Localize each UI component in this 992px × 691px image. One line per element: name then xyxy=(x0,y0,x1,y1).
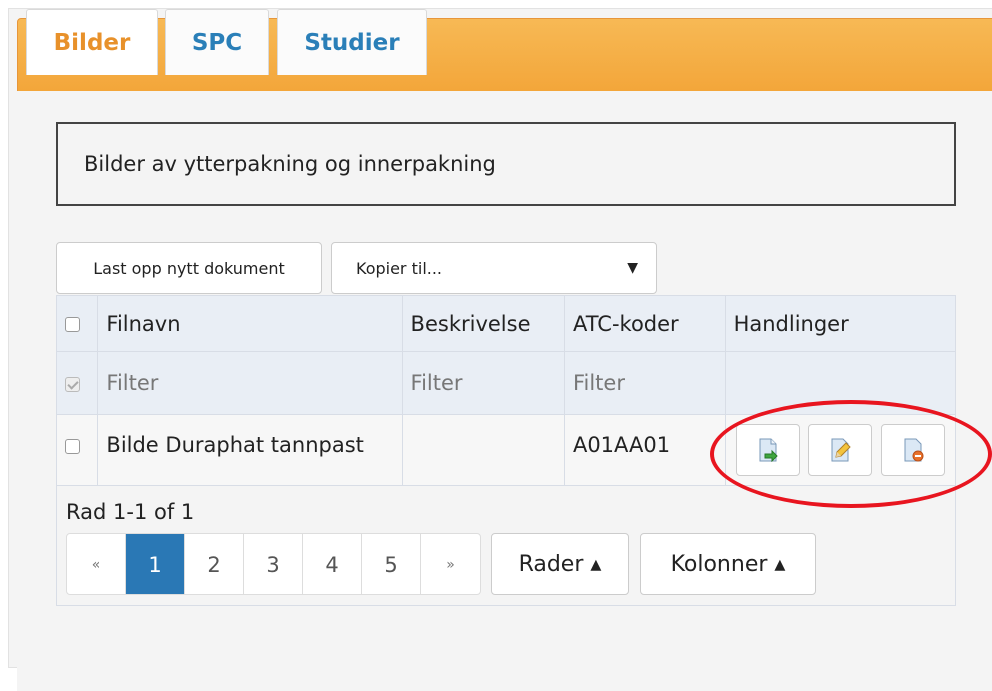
open-document-button[interactable] xyxy=(735,424,800,476)
double-chevron-left-icon: « xyxy=(91,557,101,573)
pagination: « 1 2 3 4 5 » xyxy=(66,533,481,595)
cell-atc-text: A01AA01 xyxy=(572,433,671,457)
filter-filnavn-placeholder: Filter xyxy=(106,371,159,395)
pagination-first[interactable]: « xyxy=(67,534,126,594)
cell-filnavn: Bilde Duraphat tannpast xyxy=(97,414,403,486)
double-chevron-right-icon: » xyxy=(446,557,455,573)
cell-beskrivelse xyxy=(401,414,565,486)
columns-button[interactable]: Kolonner ▴ xyxy=(640,533,816,595)
copy-to-label: Kopier til... xyxy=(356,258,443,278)
cell-actions xyxy=(724,414,957,486)
column-header-label: Filnavn xyxy=(106,311,181,336)
cell-filnavn-text: Bilde Duraphat tannpast xyxy=(106,433,364,457)
rows-per-page-label: Rader ▴ xyxy=(518,551,602,577)
section-heading-text: Bilder av ytterpakning og innerpakning xyxy=(84,152,496,176)
select-all-cell xyxy=(55,295,99,352)
pagination-page-2[interactable]: 2 xyxy=(185,534,244,594)
pagination-last[interactable]: » xyxy=(421,534,480,594)
column-header-label: ATC-koder xyxy=(572,311,679,336)
edit-document-button[interactable] xyxy=(808,424,873,476)
table-header-row: Filnavn Beskrivelse ATC-koder Handlinger xyxy=(55,295,957,352)
pagination-page-1[interactable]: 1 xyxy=(126,534,185,594)
filter-atc[interactable]: Filter xyxy=(563,351,726,415)
row-count-info: Rad 1-1 of 1 xyxy=(66,500,194,524)
export-document-icon xyxy=(759,438,778,462)
row-count-text: Rad 1-1 of 1 xyxy=(66,500,195,524)
column-header-beskrivelse[interactable]: Beskrivelse xyxy=(401,295,565,352)
tab-bilder-label: Bilder xyxy=(53,29,131,56)
row-checkbox[interactable] xyxy=(65,438,80,454)
columns-button-label: Kolonner ▴ xyxy=(670,551,786,577)
tab-bilder[interactable]: Bilder xyxy=(26,9,158,75)
pagination-page-4[interactable]: 4 xyxy=(303,534,362,594)
filter-filnavn[interactable]: Filter xyxy=(97,351,403,415)
column-header-handlinger: Handlinger xyxy=(724,295,957,352)
rows-per-page-button[interactable]: Rader ▴ xyxy=(491,533,629,595)
table-row: Bilde Duraphat tannpast A01AA01 xyxy=(55,414,957,486)
filter-beskrivelse-placeholder: Filter xyxy=(410,371,463,395)
filter-checkbox-cell xyxy=(55,351,99,415)
pagination-page-5[interactable]: 5 xyxy=(362,534,421,594)
delete-document-button[interactable] xyxy=(880,424,945,476)
filter-atc-placeholder: Filter xyxy=(572,371,625,395)
filter-beskrivelse[interactable]: Filter xyxy=(401,351,565,415)
tab-bar xyxy=(17,18,992,92)
filter-checkbox xyxy=(65,376,80,392)
row-checkbox-cell xyxy=(55,414,99,486)
section-heading: Bilder av ytterpakning og innerpakning xyxy=(56,122,956,206)
copy-to-select[interactable]: Kopier til... ▼ xyxy=(331,242,657,294)
filter-empty-cell xyxy=(724,351,957,415)
column-header-label: Handlinger xyxy=(733,311,849,336)
chevron-down-icon: ▼ xyxy=(627,260,638,276)
tab-studier-label: Studier xyxy=(304,29,400,56)
tab-studier[interactable]: Studier xyxy=(277,9,427,75)
select-all-checkbox[interactable] xyxy=(65,317,80,332)
column-header-atc[interactable]: ATC-koder xyxy=(563,295,726,352)
page-number: 4 xyxy=(325,553,339,577)
cell-atc: A01AA01 xyxy=(563,414,726,486)
page-number: 2 xyxy=(207,553,221,577)
page-number: 1 xyxy=(148,553,162,577)
pagination-page-3[interactable]: 3 xyxy=(244,534,303,594)
upload-document-button[interactable]: Last opp nytt dokument xyxy=(56,242,322,294)
tab-spc-label: SPC xyxy=(191,29,243,56)
documents-table: Filnavn Beskrivelse ATC-koder Handlinger… xyxy=(55,295,957,486)
page-number: 5 xyxy=(384,553,398,577)
remove-document-icon xyxy=(904,438,924,462)
column-header-label: Beskrivelse xyxy=(410,311,531,336)
edit-document-icon xyxy=(831,438,851,462)
column-header-filnavn[interactable]: Filnavn xyxy=(97,295,403,352)
tab-spc[interactable]: SPC xyxy=(165,9,269,75)
upload-document-label: Last opp nytt dokument xyxy=(93,258,285,278)
page-number: 3 xyxy=(266,553,280,577)
table-filter-row: Filter Filter Filter xyxy=(55,351,957,415)
